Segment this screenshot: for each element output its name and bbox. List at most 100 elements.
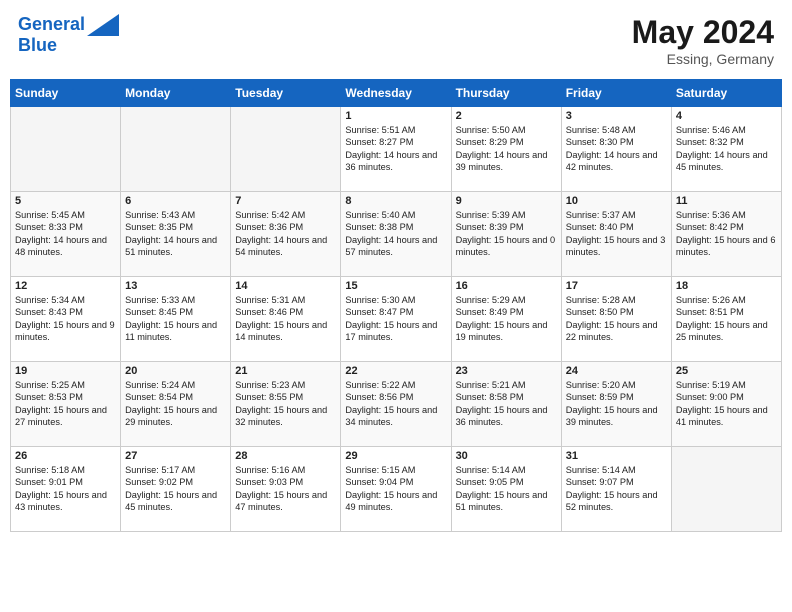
day-info: Sunrise: 5:14 AMSunset: 9:05 PMDaylight:…: [456, 464, 557, 514]
day-info: Sunrise: 5:51 AMSunset: 8:27 PMDaylight:…: [345, 124, 446, 174]
day-info: Sunrise: 5:19 AMSunset: 9:00 PMDaylight:…: [676, 379, 777, 429]
day-number: 27: [125, 450, 226, 462]
day-number: 7: [235, 195, 336, 207]
calendar-day: 13 Sunrise: 5:33 AMSunset: 8:45 PMDaylig…: [121, 277, 231, 362]
calendar-day: 14 Sunrise: 5:31 AMSunset: 8:46 PMDaylig…: [231, 277, 341, 362]
calendar-day: 9 Sunrise: 5:39 AMSunset: 8:39 PMDayligh…: [451, 192, 561, 277]
logo-text2: Blue: [18, 36, 57, 56]
calendar-week: 19 Sunrise: 5:25 AMSunset: 8:53 PMDaylig…: [11, 362, 782, 447]
weekday-header: Thursday: [451, 80, 561, 107]
day-number: 3: [566, 110, 667, 122]
calendar-week: 26 Sunrise: 5:18 AMSunset: 9:01 PMDaylig…: [11, 447, 782, 532]
calendar-day: 18 Sunrise: 5:26 AMSunset: 8:51 PMDaylig…: [671, 277, 781, 362]
day-number: 17: [566, 280, 667, 292]
day-info: Sunrise: 5:30 AMSunset: 8:47 PMDaylight:…: [345, 294, 446, 344]
day-number: 13: [125, 280, 226, 292]
logo-text: General: [18, 15, 85, 35]
day-number: 5: [15, 195, 116, 207]
calendar-day: 16 Sunrise: 5:29 AMSunset: 8:49 PMDaylig…: [451, 277, 561, 362]
day-info: Sunrise: 5:14 AMSunset: 9:07 PMDaylight:…: [566, 464, 667, 514]
day-number: 21: [235, 365, 336, 377]
day-number: 15: [345, 280, 446, 292]
day-info: Sunrise: 5:18 AMSunset: 9:01 PMDaylight:…: [15, 464, 116, 514]
weekday-header: Monday: [121, 80, 231, 107]
day-info: Sunrise: 5:31 AMSunset: 8:46 PMDaylight:…: [235, 294, 336, 344]
calendar-day: 28 Sunrise: 5:16 AMSunset: 9:03 PMDaylig…: [231, 447, 341, 532]
day-info: Sunrise: 5:23 AMSunset: 8:55 PMDaylight:…: [235, 379, 336, 429]
day-number: 29: [345, 450, 446, 462]
calendar-day: 29 Sunrise: 5:15 AMSunset: 9:04 PMDaylig…: [341, 447, 451, 532]
month-title: May 2024: [632, 14, 774, 51]
calendar-day: [121, 107, 231, 192]
calendar-day: 23 Sunrise: 5:21 AMSunset: 8:58 PMDaylig…: [451, 362, 561, 447]
weekday-header: Wednesday: [341, 80, 451, 107]
day-number: 8: [345, 195, 446, 207]
calendar-day: 24 Sunrise: 5:20 AMSunset: 8:59 PMDaylig…: [561, 362, 671, 447]
day-number: 20: [125, 365, 226, 377]
day-info: Sunrise: 5:15 AMSunset: 9:04 PMDaylight:…: [345, 464, 446, 514]
day-info: Sunrise: 5:26 AMSunset: 8:51 PMDaylight:…: [676, 294, 777, 344]
calendar-day: 30 Sunrise: 5:14 AMSunset: 9:05 PMDaylig…: [451, 447, 561, 532]
day-number: 18: [676, 280, 777, 292]
day-info: Sunrise: 5:20 AMSunset: 8:59 PMDaylight:…: [566, 379, 667, 429]
logo-icon: [87, 14, 119, 36]
day-number: 28: [235, 450, 336, 462]
day-info: Sunrise: 5:24 AMSunset: 8:54 PMDaylight:…: [125, 379, 226, 429]
day-number: 14: [235, 280, 336, 292]
day-number: 16: [456, 280, 557, 292]
day-info: Sunrise: 5:37 AMSunset: 8:40 PMDaylight:…: [566, 209, 667, 259]
day-number: 4: [676, 110, 777, 122]
day-number: 1: [345, 110, 446, 122]
day-info: Sunrise: 5:33 AMSunset: 8:45 PMDaylight:…: [125, 294, 226, 344]
title-block: May 2024 Essing, Germany: [632, 14, 774, 67]
calendar-day: 27 Sunrise: 5:17 AMSunset: 9:02 PMDaylig…: [121, 447, 231, 532]
calendar-day: 31 Sunrise: 5:14 AMSunset: 9:07 PMDaylig…: [561, 447, 671, 532]
day-info: Sunrise: 5:16 AMSunset: 9:03 PMDaylight:…: [235, 464, 336, 514]
day-info: Sunrise: 5:50 AMSunset: 8:29 PMDaylight:…: [456, 124, 557, 174]
page-header: General Blue May 2024 Essing, Germany: [10, 10, 782, 71]
calendar-day: [671, 447, 781, 532]
day-number: 31: [566, 450, 667, 462]
day-info: Sunrise: 5:40 AMSunset: 8:38 PMDaylight:…: [345, 209, 446, 259]
day-info: Sunrise: 5:17 AMSunset: 9:02 PMDaylight:…: [125, 464, 226, 514]
logo: General Blue: [18, 14, 119, 56]
calendar-day: 5 Sunrise: 5:45 AMSunset: 8:33 PMDayligh…: [11, 192, 121, 277]
day-number: 2: [456, 110, 557, 122]
day-info: Sunrise: 5:48 AMSunset: 8:30 PMDaylight:…: [566, 124, 667, 174]
calendar-day: 7 Sunrise: 5:42 AMSunset: 8:36 PMDayligh…: [231, 192, 341, 277]
day-info: Sunrise: 5:25 AMSunset: 8:53 PMDaylight:…: [15, 379, 116, 429]
calendar-day: 22 Sunrise: 5:22 AMSunset: 8:56 PMDaylig…: [341, 362, 451, 447]
calendar-day: [11, 107, 121, 192]
calendar-week: 5 Sunrise: 5:45 AMSunset: 8:33 PMDayligh…: [11, 192, 782, 277]
day-info: Sunrise: 5:36 AMSunset: 8:42 PMDaylight:…: [676, 209, 777, 259]
day-number: 12: [15, 280, 116, 292]
calendar-day: 3 Sunrise: 5:48 AMSunset: 8:30 PMDayligh…: [561, 107, 671, 192]
calendar-day: 4 Sunrise: 5:46 AMSunset: 8:32 PMDayligh…: [671, 107, 781, 192]
calendar-day: 15 Sunrise: 5:30 AMSunset: 8:47 PMDaylig…: [341, 277, 451, 362]
calendar-table: SundayMondayTuesdayWednesdayThursdayFrid…: [10, 79, 782, 532]
calendar-day: 1 Sunrise: 5:51 AMSunset: 8:27 PMDayligh…: [341, 107, 451, 192]
day-number: 30: [456, 450, 557, 462]
calendar-day: 17 Sunrise: 5:28 AMSunset: 8:50 PMDaylig…: [561, 277, 671, 362]
header-row: SundayMondayTuesdayWednesdayThursdayFrid…: [11, 80, 782, 107]
day-number: 25: [676, 365, 777, 377]
weekday-header: Friday: [561, 80, 671, 107]
day-number: 6: [125, 195, 226, 207]
calendar-day: 21 Sunrise: 5:23 AMSunset: 8:55 PMDaylig…: [231, 362, 341, 447]
calendar-week: 1 Sunrise: 5:51 AMSunset: 8:27 PMDayligh…: [11, 107, 782, 192]
calendar-day: 12 Sunrise: 5:34 AMSunset: 8:43 PMDaylig…: [11, 277, 121, 362]
weekday-header: Saturday: [671, 80, 781, 107]
day-number: 22: [345, 365, 446, 377]
day-info: Sunrise: 5:29 AMSunset: 8:49 PMDaylight:…: [456, 294, 557, 344]
day-number: 11: [676, 195, 777, 207]
day-info: Sunrise: 5:46 AMSunset: 8:32 PMDaylight:…: [676, 124, 777, 174]
calendar-day: 6 Sunrise: 5:43 AMSunset: 8:35 PMDayligh…: [121, 192, 231, 277]
calendar-day: 26 Sunrise: 5:18 AMSunset: 9:01 PMDaylig…: [11, 447, 121, 532]
calendar-day: 11 Sunrise: 5:36 AMSunset: 8:42 PMDaylig…: [671, 192, 781, 277]
calendar-week: 12 Sunrise: 5:34 AMSunset: 8:43 PMDaylig…: [11, 277, 782, 362]
day-info: Sunrise: 5:28 AMSunset: 8:50 PMDaylight:…: [566, 294, 667, 344]
day-number: 9: [456, 195, 557, 207]
day-number: 10: [566, 195, 667, 207]
calendar-day: 8 Sunrise: 5:40 AMSunset: 8:38 PMDayligh…: [341, 192, 451, 277]
calendar-day: [231, 107, 341, 192]
